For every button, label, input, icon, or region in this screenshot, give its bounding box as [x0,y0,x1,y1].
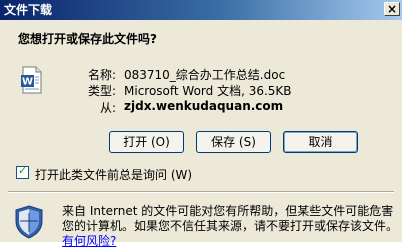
dialog-question: 您想打开或保存此文件吗? [18,32,157,46]
security-warning-text: 来自 Internet 的文件可能对您有所帮助，但某些文件可能危害您的计算机。如… [62,204,399,233]
file-source-label: 从: [99,101,116,115]
file-source-value: zjdx.wenkudaquan.com [124,99,284,113]
always-ask-label[interactable]: 打开此类文件前总是询问 (W) [35,166,192,183]
file-name-row: 名称: 083710_综合办工作总结.doc [0,66,402,82]
dialog-title: 文件下载 [4,3,53,17]
risk-link[interactable]: 有何风险? [62,234,116,248]
file-type-label: 类型: [87,84,116,98]
file-type-row: 类型: Microsoft Word 文档, 36.5KB [0,82,402,98]
security-warning: 来自 Internet 的文件可能对您有所帮助，但某些文件可能危害您的计算机。如… [62,204,398,249]
save-button[interactable]: 保存 (S) [196,131,271,153]
file-name-value: 083710_综合办工作总结.doc [124,68,286,82]
open-button[interactable]: 打开 (O) [109,131,184,153]
security-shield-icon [15,205,43,239]
file-name-label: 名称: [87,68,116,82]
close-button[interactable]: × [384,2,400,16]
separator [8,191,394,193]
file-source-row: 从: zjdx.wenkudaquan.com [0,99,402,115]
always-ask-checkbox[interactable]: ✓ [16,164,29,179]
check-mark-icon: ✓ [18,164,28,177]
title-bar[interactable]: 文件下载 × [0,0,402,20]
file-download-dialog: 文件下载 × 您想打开或保存此文件吗? W 名称: 083710_综合办工作总结… [0,0,402,248]
cancel-button[interactable]: 取消 [283,131,358,153]
file-type-value: Microsoft Word 文档, 36.5KB [124,84,292,98]
